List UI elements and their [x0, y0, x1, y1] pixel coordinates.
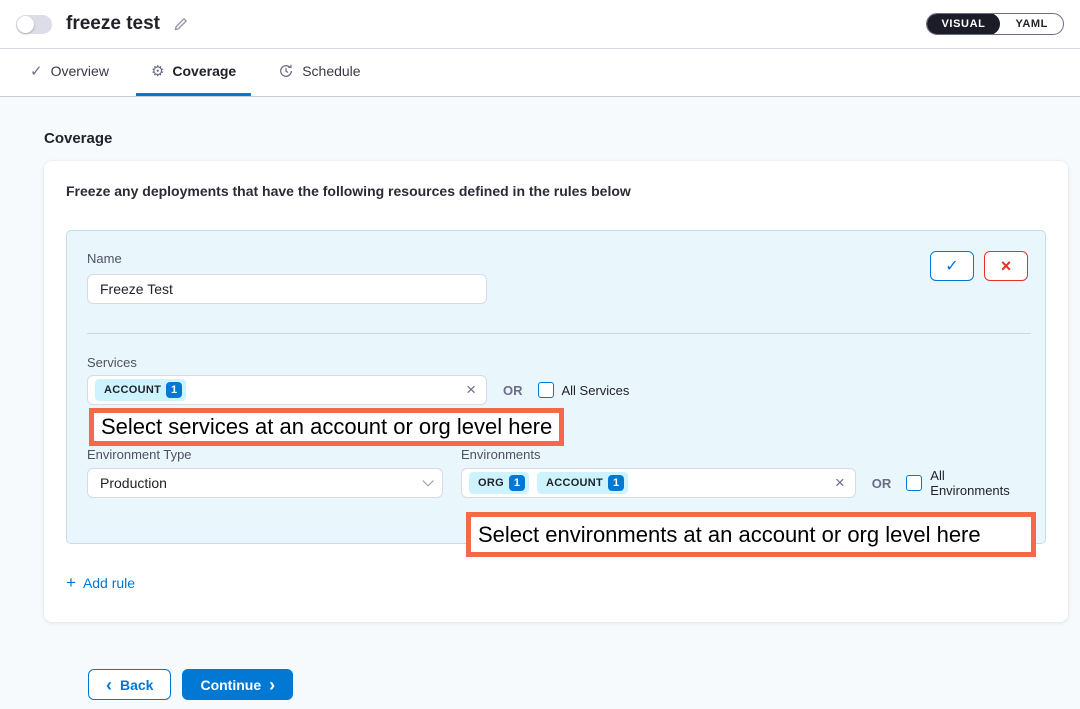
environments-column: Environments ORG 1 ACCOUNT 1	[461, 447, 1027, 498]
all-environments-label[interactable]: All Environments	[930, 468, 1027, 498]
coverage-description: Freeze any deployments that have the fol…	[66, 183, 1046, 199]
plus-icon	[66, 573, 76, 593]
environment-row: Environment Type Production Environments…	[87, 447, 1027, 498]
confirm-rule-button[interactable]	[930, 251, 974, 281]
add-rule-button[interactable]: Add rule	[66, 573, 135, 593]
rule-actions	[930, 251, 1028, 281]
environment-type-select[interactable]: Production	[87, 468, 443, 498]
add-rule-label: Add rule	[83, 575, 135, 591]
environment-tag-account[interactable]: ACCOUNT 1	[537, 472, 628, 494]
tag-count-badge: 1	[166, 382, 182, 398]
wizard-footer: Back Continue	[88, 669, 1068, 700]
tab-overview[interactable]: Overview	[15, 49, 124, 96]
gear-icon	[151, 62, 164, 80]
toggle-knob	[17, 16, 34, 33]
tab-schedule[interactable]: Schedule	[263, 49, 375, 96]
environment-type-column: Environment Type Production	[87, 447, 443, 498]
all-services-label[interactable]: All Services	[562, 383, 630, 398]
visual-yaml-toggle: VISUAL YAML	[926, 13, 1065, 35]
yaml-mode-button[interactable]: YAML	[1000, 13, 1063, 35]
services-label: Services	[87, 355, 1027, 370]
services-multiselect[interactable]: ACCOUNT 1	[87, 375, 487, 405]
name-label: Name	[87, 251, 1027, 266]
freeze-enabled-toggle[interactable]	[16, 15, 52, 34]
environment-type-label: Environment Type	[87, 447, 443, 462]
environments-row: ORG 1 ACCOUNT 1 OR A	[461, 468, 1027, 498]
coverage-heading: Coverage	[44, 130, 1068, 147]
tab-overview-label: Overview	[51, 63, 109, 79]
chevron-right-icon	[269, 676, 275, 694]
page-title: freeze test	[66, 13, 160, 35]
environment-tag-org[interactable]: ORG 1	[469, 472, 529, 494]
tab-coverage[interactable]: Coverage	[136, 49, 251, 96]
cancel-rule-button[interactable]	[984, 251, 1028, 281]
services-row: ACCOUNT 1 OR All Services	[87, 375, 1027, 405]
schedule-clock-icon	[278, 63, 294, 79]
services-annotation: Select services at an account or org lev…	[89, 408, 564, 446]
divider	[87, 333, 1031, 334]
check-icon	[30, 62, 43, 80]
tag-count-badge: 1	[608, 475, 624, 491]
environments-label: Environments	[461, 447, 1027, 462]
clear-services-icon[interactable]	[466, 380, 476, 400]
coverage-card: Freeze any deployments that have the fol…	[44, 161, 1068, 622]
environments-or-label: OR	[872, 476, 892, 491]
chevron-down-icon	[422, 475, 433, 486]
service-tag-account[interactable]: ACCOUNT 1	[95, 379, 186, 401]
environment-type-value: Production	[100, 475, 167, 491]
edit-pencil-icon[interactable]	[172, 16, 189, 33]
services-or-label: OR	[503, 383, 523, 398]
environments-annotation: Select environments at an account or org…	[466, 512, 1036, 557]
environments-multiselect[interactable]: ORG 1 ACCOUNT 1	[461, 468, 856, 498]
coverage-content: Coverage Freeze any deployments that hav…	[0, 97, 1080, 700]
continue-button-label: Continue	[200, 677, 261, 693]
back-button[interactable]: Back	[88, 669, 171, 700]
clear-environments-icon[interactable]	[835, 473, 845, 493]
back-button-label: Back	[120, 677, 153, 693]
rule-name-input[interactable]	[87, 274, 487, 304]
freeze-studio-page: freeze test VISUAL YAML Overview Coverag…	[0, 0, 1080, 709]
header: freeze test VISUAL YAML	[0, 0, 1080, 49]
continue-button[interactable]: Continue	[182, 669, 293, 700]
visual-mode-button[interactable]: VISUAL	[927, 13, 1001, 35]
chevron-left-icon	[106, 676, 112, 694]
tab-schedule-label: Schedule	[302, 63, 360, 79]
freeze-rule-card: Name Services ACCOUNT 1	[66, 230, 1046, 544]
all-environments-checkbox[interactable]	[906, 475, 922, 491]
all-services-checkbox[interactable]	[538, 382, 554, 398]
tab-coverage-label: Coverage	[172, 63, 236, 79]
tab-bar: Overview Coverage Schedule	[0, 49, 1080, 97]
tag-count-badge: 1	[509, 475, 525, 491]
